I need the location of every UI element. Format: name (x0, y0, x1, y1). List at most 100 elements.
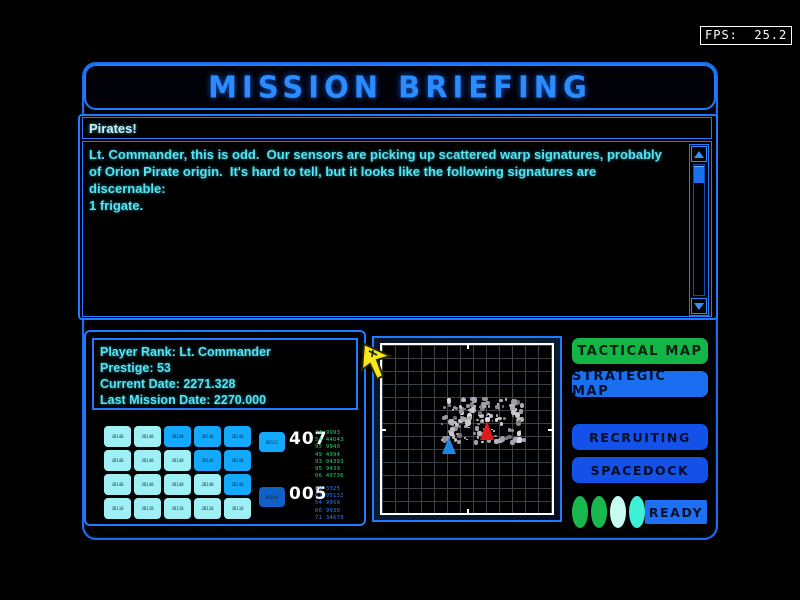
status-grid-cell[interactable]: 3D140 (164, 426, 191, 447)
status-indicator-lights (572, 496, 645, 528)
player-info-box: Player Rank: Lt. Commander Prestige: 53 … (92, 338, 358, 410)
asteroid (511, 414, 514, 417)
asteroid (518, 408, 523, 414)
asteroid (482, 397, 488, 402)
asteroid (510, 409, 516, 416)
asteroid (519, 402, 525, 408)
status-grid-cell[interactable]: 3D140 (134, 450, 161, 471)
asteroid (476, 435, 480, 439)
asteroid (472, 432, 476, 435)
asteroid (447, 403, 451, 407)
player-ship-marker (442, 437, 456, 454)
status-grid-cell[interactable]: 3D140 (164, 450, 191, 471)
asteroid (472, 397, 478, 403)
status-grid-cell[interactable]: 3D140 (104, 474, 131, 495)
asteroid (509, 439, 515, 445)
status-grid-cell[interactable]: 3D140 (194, 450, 221, 471)
status-grid-cell[interactable]: 3D140 (194, 426, 221, 447)
system-status-grid[interactable]: 3D140 3D140 3D140 3D140 3D140 3D140 3D140 3D140… (104, 426, 254, 519)
title-panel: MISSION BRIEFING (84, 64, 716, 110)
asteroid (452, 405, 456, 410)
asteroid (475, 426, 480, 431)
status-grid-cell[interactable]: 3D140 (224, 426, 251, 447)
asteroid (521, 438, 526, 443)
status-chip-b[interactable]: 8DD48 (259, 487, 285, 507)
strategic-map-button[interactable]: STRATEGIC MAP (572, 369, 708, 399)
briefing-scrollbar[interactable] (689, 144, 709, 316)
asteroid (456, 433, 459, 436)
asteroid (446, 397, 452, 404)
asteroid (465, 418, 471, 426)
status-grid-cell[interactable]: 3D110 (164, 498, 191, 519)
status-grid-cell[interactable]: 3D140 (224, 450, 251, 471)
status-grid-cell[interactable]: 3D110 (104, 498, 131, 519)
mouse-cursor (360, 342, 393, 381)
asteroid (453, 415, 458, 420)
asteroid (497, 404, 500, 408)
scrollbar-thumb[interactable] (694, 166, 704, 183)
asteroid (450, 422, 455, 426)
status-chip-a[interactable]: 0D132 (259, 432, 285, 452)
fps-counter: FPS: 25.2 (700, 26, 793, 45)
asteroid (473, 440, 479, 445)
briefing-subject-bar: Pirates! (82, 117, 712, 139)
status-grid-cell[interactable]: 3D140 (104, 426, 131, 447)
asteroid (507, 428, 512, 432)
triangle-down-icon (694, 302, 704, 310)
asteroid (511, 428, 514, 432)
status-grid-cell[interactable]: 3D140 (224, 474, 251, 495)
map-tick-left (382, 429, 386, 431)
asteroid (499, 422, 503, 426)
asteroid (508, 403, 514, 408)
map-grid (382, 345, 552, 513)
readout-column-a: 34 9993 54 44643 95 9940 49 4994 93 9439… (315, 430, 344, 480)
recruiting-button[interactable]: RECRUITING (572, 424, 708, 450)
indicator-light (572, 496, 588, 528)
map-tick-right (548, 429, 552, 431)
triangle-up-icon (694, 150, 704, 158)
asteroid (494, 439, 497, 441)
enemy-ship-marker (480, 421, 494, 440)
asteroid (480, 440, 484, 443)
status-grid-cell[interactable]: 3D140 (164, 474, 191, 495)
player-rank: Player Rank: Lt. Commander (100, 345, 271, 359)
status-grid-cell[interactable]: 3D110 (224, 498, 251, 519)
briefing-subject: Pirates! (89, 120, 137, 136)
status-grid-cell[interactable]: 3D140 (104, 450, 131, 471)
indicator-light (610, 496, 626, 528)
asteroid (505, 437, 508, 440)
tactical-map-button[interactable]: TACTICAL MAP (572, 338, 708, 364)
asteroid (504, 398, 507, 402)
asteroid (457, 439, 461, 444)
ready-button[interactable]: READY (645, 500, 707, 524)
asteroid (502, 417, 506, 420)
status-grid-cell[interactable]: 3D140 (134, 426, 161, 447)
page-title: MISSION BRIEFING (208, 69, 592, 105)
tactical-map[interactable] (380, 343, 554, 515)
last-mission-date: Last Mission Date: 2270.000 (100, 393, 267, 407)
briefing-body-text: Lt. Commander, this is odd. Our sensors … (89, 147, 662, 213)
map-tick-top (467, 345, 469, 349)
game-screen: FPS: 25.2 MISSION BRIEFING Pirates! Lt. … (0, 0, 800, 600)
status-grid-cell[interactable]: 3D140 (194, 474, 221, 495)
asteroid (481, 402, 486, 407)
indicator-light (591, 496, 607, 528)
asteroid (464, 425, 468, 428)
asteroid (517, 437, 522, 443)
briefing-body-box: Lt. Commander, this is odd. Our sensors … (82, 141, 712, 317)
map-tick-bottom (467, 509, 469, 513)
scroll-up-button[interactable] (691, 146, 707, 162)
player-prestige: Prestige: 53 (100, 361, 171, 375)
status-grid-cell[interactable]: 3D110 (194, 498, 221, 519)
asteroid (502, 405, 505, 408)
asteroid (458, 409, 463, 414)
status-grid-cell[interactable]: 3D110 (134, 498, 161, 519)
scroll-down-button[interactable] (691, 298, 707, 314)
current-date: Current Date: 2271.328 (100, 377, 236, 391)
readout-column-b: 09 3325 67 95132 54 9950 06 9930 71 3467… (315, 486, 344, 521)
asteroid (449, 426, 455, 432)
scrollbar-track[interactable] (693, 164, 705, 296)
spacedock-button[interactable]: SPACEDOCK (572, 457, 708, 483)
indicator-light (629, 496, 645, 528)
status-grid-cell[interactable]: 3D140 (134, 474, 161, 495)
